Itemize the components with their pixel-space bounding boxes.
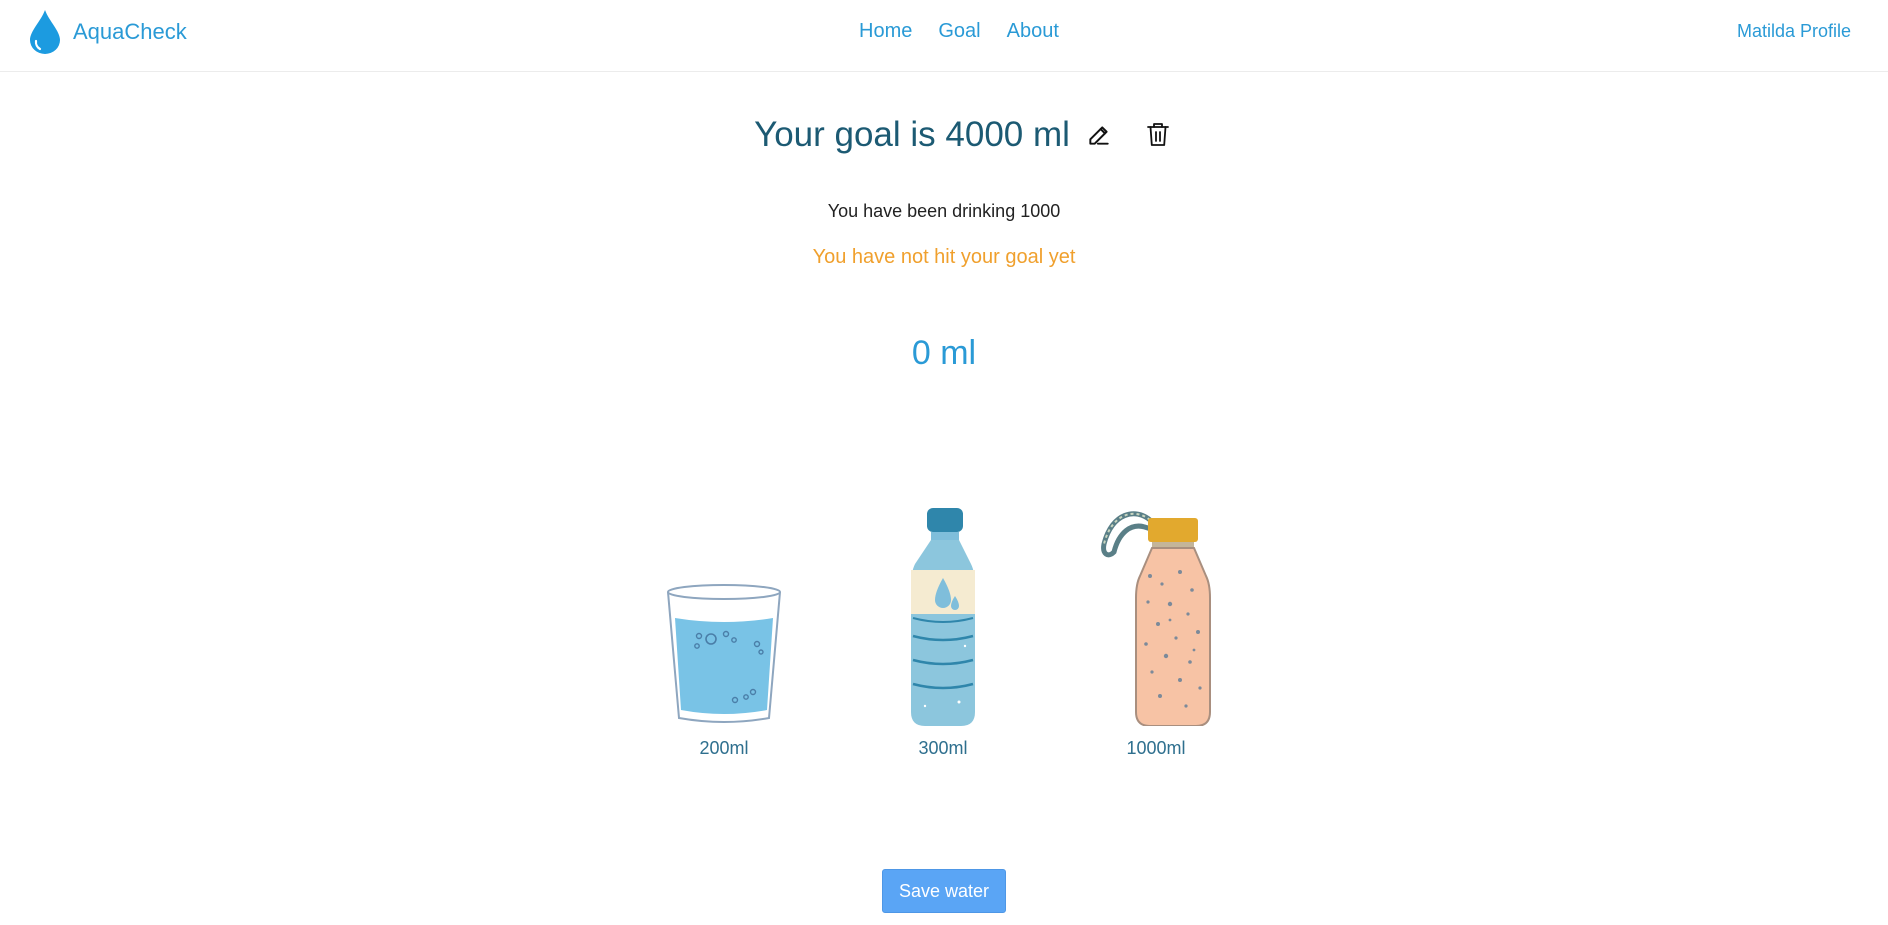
- nav-goal[interactable]: Goal: [938, 19, 980, 43]
- plastic-bottle-icon: [911, 508, 975, 726]
- drink-option-300ml[interactable]: 300ml: [895, 506, 991, 758]
- trash-icon: [1147, 123, 1169, 146]
- profile-link[interactable]: Matilda Profile: [1737, 20, 1851, 42]
- brand-name: AquaCheck: [73, 19, 187, 44]
- drink-label-300ml: 300ml: [918, 738, 968, 758]
- delete-goal-button[interactable]: [1146, 122, 1170, 148]
- drink-label-1000ml: 1000ml: [1126, 738, 1186, 758]
- main-nav: Home Goal About: [859, 19, 1059, 43]
- current-amount: 0 ml: [911, 334, 977, 372]
- brand-link[interactable]: AquaCheck: [28, 9, 187, 55]
- goal-title: Your goal is 4000 ml: [754, 115, 1070, 154]
- water-drop-icon: [30, 10, 60, 54]
- drink-option-200ml[interactable]: 200ml: [664, 580, 784, 758]
- goal-status-text: You have not hit your goal yet: [812, 246, 1076, 268]
- nav-about[interactable]: About: [1007, 19, 1059, 43]
- nav-home[interactable]: Home: [859, 19, 912, 43]
- glass-icon: [667, 584, 781, 723]
- goal-header: Your goal is 4000 ml: [0, 112, 1888, 158]
- drinking-total-text: You have been drinking 1000: [827, 201, 1061, 221]
- drink-option-1000ml[interactable]: 1000ml: [1100, 506, 1212, 758]
- flask-bottle-icon: [1101, 511, 1211, 726]
- drink-label-200ml: 200ml: [699, 738, 749, 758]
- pencil-icon: [1089, 126, 1109, 145]
- save-water-button[interactable]: Save water: [882, 869, 1006, 913]
- edit-goal-button[interactable]: [1086, 122, 1112, 148]
- goal-header-inner: Your goal is 4000 ml: [754, 112, 1170, 158]
- navbar: AquaCheck Home Goal About Matilda Profil…: [0, 0, 1888, 72]
